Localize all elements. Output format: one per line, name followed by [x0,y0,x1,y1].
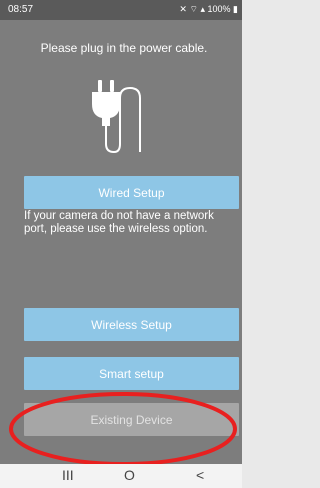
back-button[interactable]: < [196,467,204,483]
smart-setup-button[interactable]: Smart setup [24,357,239,390]
home-button[interactable]: O [124,467,135,483]
wired-setup-button[interactable]: Wired Setup [24,176,239,209]
setup-screen: Please plug in the power cable. Wired Se… [0,20,242,466]
status-bar: 08:57 ✕ ⌔ ▴ 100% ▮ [0,0,242,20]
signal-icon: ▴ [200,4,205,14]
status-indicators: ✕ ⌔ ▴ 100% ▮ [179,4,238,15]
wireless-hint-text: If your camera do not have a network por… [24,210,214,235]
status-time: 08:57 [8,4,34,15]
recents-button[interactable]: III [62,467,74,483]
battery-icon: ▮ [233,4,238,14]
wireless-setup-button[interactable]: Wireless Setup [24,308,239,341]
battery-label: 100% [207,4,231,14]
mute-icon: ✕ [179,4,187,14]
instruction-text: Please plug in the power cable. [40,41,208,55]
power-plug-icon [92,80,141,154]
highlight-ellipse [9,392,237,466]
navigation-bar: III O < [0,464,242,488]
wifi-icon: ⌔ [189,4,198,14]
